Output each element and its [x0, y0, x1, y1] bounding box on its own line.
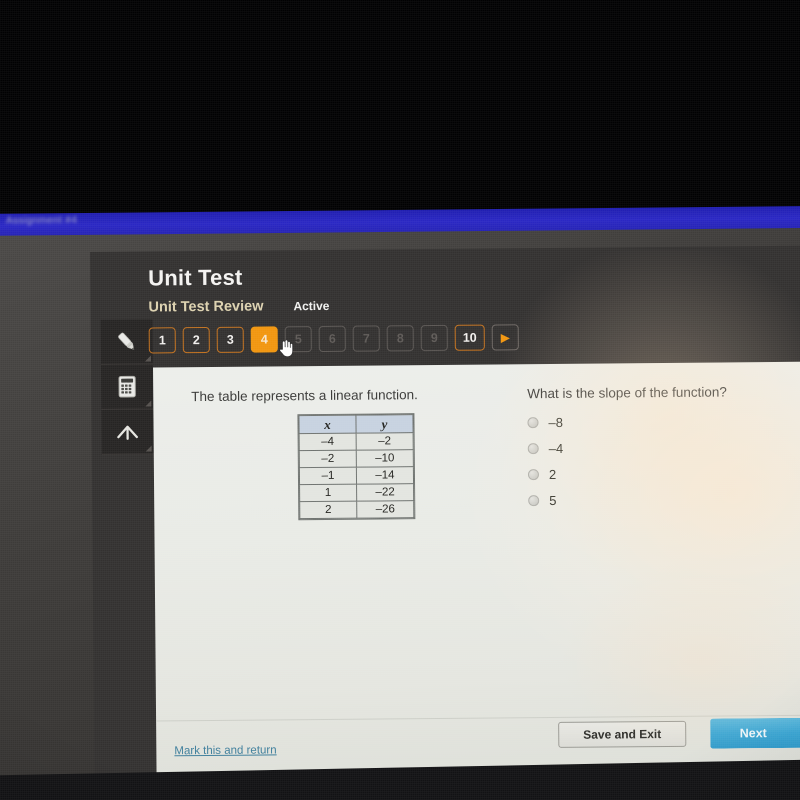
question-prompt: What is the slope of the function?	[527, 384, 727, 402]
radio-button-icon[interactable]	[527, 443, 539, 455]
answer-choice[interactable]: 5	[528, 491, 778, 508]
answer-choice-label: 2	[548, 466, 557, 483]
answer-choice[interactable]: –4	[527, 439, 778, 457]
answer-choice[interactable]: –8	[527, 413, 777, 430]
function-table: x y –4 –2 –2 –10 –1 –14 1 –22 2 –26	[298, 414, 415, 520]
table-cell: 1	[299, 484, 357, 502]
radio-button-icon[interactable]	[528, 495, 540, 507]
table-cell: –4	[299, 433, 357, 451]
table-cell: –2	[299, 450, 357, 468]
table-cell: 2	[299, 501, 357, 519]
question-nav-7: 7	[352, 325, 380, 352]
unit-test-app: Unit Test Unit Test Review Active 123456…	[90, 245, 800, 780]
question-nav-3[interactable]: 3	[216, 326, 244, 353]
table-cell: –26	[356, 500, 414, 519]
table-cell: –22	[356, 483, 414, 502]
table-row: 1 –22	[299, 483, 414, 502]
question-nav-10[interactable]: 10	[454, 324, 485, 351]
question-nav-8: 8	[386, 325, 414, 352]
question-nav-2[interactable]: 2	[182, 326, 210, 354]
table-cell: –2	[356, 432, 414, 451]
question-nav-5: 5	[284, 326, 312, 353]
answer-choice-label: –8	[548, 414, 564, 431]
answer-choice-label: 5	[549, 492, 557, 509]
table-row: 2 –26	[299, 500, 414, 519]
table-header-row: x y	[298, 414, 414, 434]
question-nav-9: 9	[420, 324, 448, 352]
app-header: Unit Test Unit Test Review Active 123456…	[148, 260, 789, 354]
radio-button-icon[interactable]	[527, 469, 540, 481]
question-right-column: What is the slope of the function? –8 –4 2…	[527, 378, 778, 519]
table-cell: –10	[356, 449, 414, 468]
question-nav-4[interactable]: 4	[250, 326, 278, 353]
mark-this-and-return-link[interactable]: Mark this and return	[174, 744, 276, 757]
tool-rail	[100, 319, 154, 455]
save-and-exit-button[interactable]: Save and Exit	[558, 720, 687, 748]
status-badge: Active	[293, 298, 330, 314]
question-nav-next-arrow[interactable]: ▶	[491, 324, 519, 351]
highlighter-icon	[118, 332, 135, 350]
question-panel: The table represents a linear function. …	[153, 361, 800, 780]
radio-button-icon[interactable]	[527, 417, 539, 429]
table-cell: –1	[299, 467, 357, 485]
table-row: –2 –10	[299, 449, 414, 468]
answer-choice-label: –4	[548, 440, 564, 457]
question-body: The table represents a linear function. …	[173, 378, 792, 522]
up-arrow-icon	[117, 425, 138, 440]
table-row: –1 –14	[299, 466, 414, 485]
table-cell: –14	[356, 466, 414, 485]
blurred-window-title: Assignment #4	[5, 214, 78, 227]
reference-tool-button[interactable]	[101, 409, 154, 455]
page-title: Unit Test	[148, 264, 243, 291]
photo-of-screen: Assignment #4 Unit Test Unit Test Review…	[0, 0, 800, 800]
assessment-name: Unit Test Review	[148, 298, 264, 316]
answer-choices: –8 –4 2 5	[527, 413, 778, 508]
highlighter-tool-button[interactable]	[100, 319, 153, 365]
subheader-row: Unit Test Review Active	[148, 294, 788, 316]
next-button[interactable]: Next	[710, 718, 800, 749]
question-panel-inner: The table represents a linear function. …	[153, 362, 800, 780]
table-header-y: y	[355, 414, 414, 434]
question-nav-6: 6	[318, 325, 346, 353]
question-stem: The table represents a linear function.	[191, 387, 418, 405]
question-left-column: The table represents a linear function. …	[173, 380, 504, 522]
photo-top-black-border	[0, 0, 800, 216]
answer-choice[interactable]: 2	[527, 465, 778, 483]
table-header-x: x	[298, 415, 357, 434]
question-nav-1[interactable]: 1	[148, 327, 176, 354]
next-button-label: Next	[739, 726, 767, 741]
table-row: –4 –2	[299, 432, 414, 451]
calculator-tool-button[interactable]	[100, 364, 154, 410]
calculator-icon	[118, 375, 136, 398]
